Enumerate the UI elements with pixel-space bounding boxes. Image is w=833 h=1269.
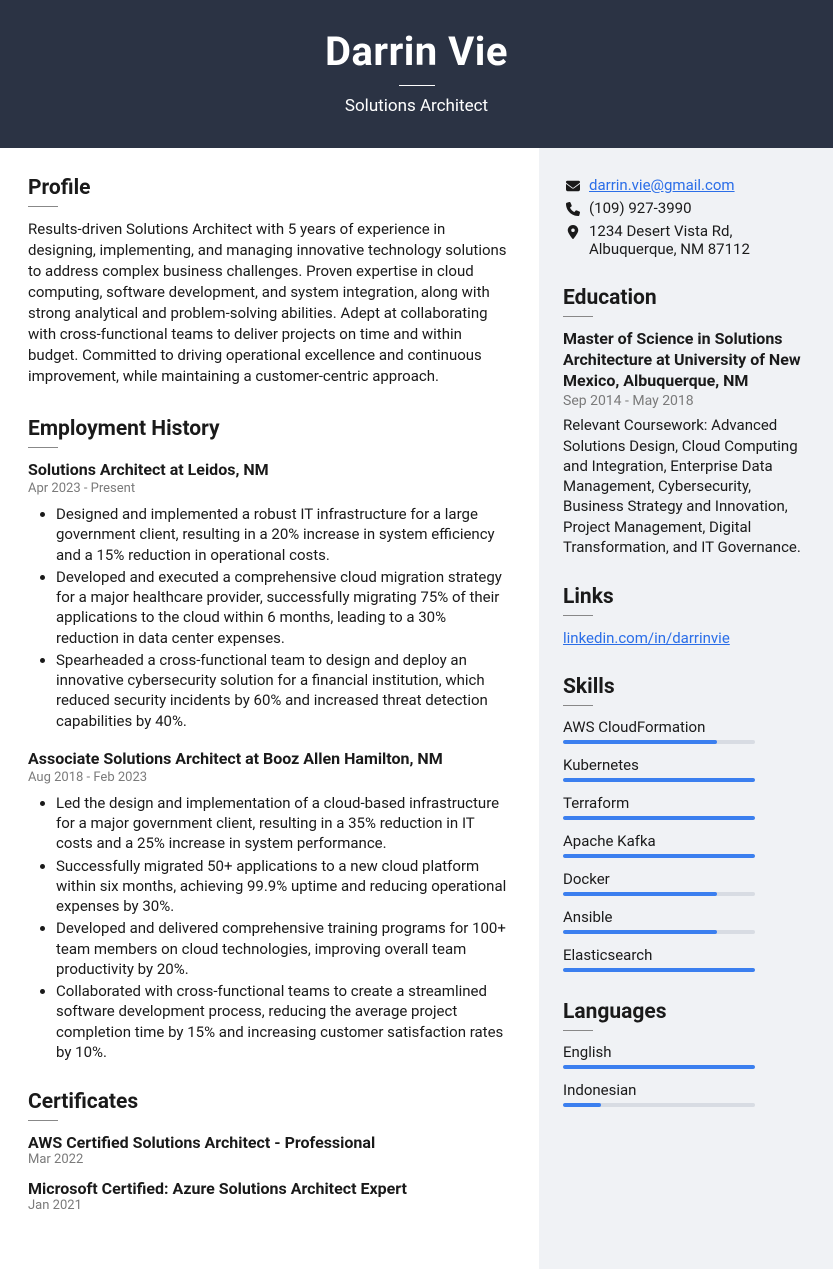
employment-section: Employment History Solutions Architect a… — [28, 417, 511, 1062]
phone-text: (109) 927-3990 — [589, 199, 692, 217]
education-date: Sep 2014 - May 2018 — [563, 393, 809, 409]
location-icon — [563, 222, 583, 240]
person-title: Solutions Architect — [20, 96, 813, 116]
language-name: English — [563, 1043, 809, 1061]
skill-name: Ansible — [563, 908, 809, 926]
language-bar — [563, 1103, 755, 1107]
skill-bar-fill — [563, 930, 717, 934]
certificate-entry: AWS Certified Solutions Architect - Prof… — [28, 1133, 511, 1167]
job-bullet: Developed and executed a comprehensive c… — [56, 567, 511, 648]
skill-item: AWS CloudFormation — [563, 718, 809, 744]
education-degree: Master of Science in Solutions Architect… — [563, 329, 809, 391]
certificate-title: AWS Certified Solutions Architect - Prof… — [28, 1133, 511, 1152]
contact-email-row: darrin.vie@gmail.com — [563, 176, 809, 194]
job-title: Solutions Architect at Leidos, NM — [28, 460, 511, 479]
address-text: 1234 Desert Vista Rd, Albuquerque, NM 87… — [589, 222, 809, 258]
section-underline — [28, 206, 58, 207]
education-desc: Relevant Coursework: Advanced Solutions … — [563, 415, 809, 557]
job-bullets: Led the design and implementation of a c… — [28, 793, 511, 1062]
certificate-title: Microsoft Certified: Azure Solutions Arc… — [28, 1179, 511, 1198]
links-heading: Links — [563, 585, 809, 609]
certificates-heading: Certificates — [28, 1090, 511, 1114]
skill-bar-fill — [563, 816, 755, 820]
links-section: Links linkedin.com/in/darrinvie — [563, 585, 809, 647]
language-item: Indonesian — [563, 1081, 809, 1107]
certificate-date: Jan 2021 — [28, 1198, 511, 1213]
skill-name: AWS CloudFormation — [563, 718, 809, 736]
link-item[interactable]: linkedin.com/in/darrinvie — [563, 629, 730, 647]
job-bullets: Designed and implemented a robust IT inf… — [28, 504, 511, 731]
skill-bar — [563, 778, 755, 782]
language-item: English — [563, 1043, 809, 1069]
header-divider — [399, 85, 435, 86]
skill-bar-fill — [563, 892, 717, 896]
profile-section: Profile Results-driven Solutions Archite… — [28, 176, 511, 387]
contact-phone-row: (109) 927-3990 — [563, 199, 809, 217]
resume-header: Darrin Vie Solutions Architect — [0, 0, 833, 148]
skill-item: Apache Kafka — [563, 832, 809, 858]
language-name: Indonesian — [563, 1081, 809, 1099]
section-underline — [563, 1030, 593, 1031]
skill-bar-fill — [563, 854, 755, 858]
job-bullet: Collaborated with cross-functional teams… — [56, 981, 511, 1062]
certificates-section: Certificates AWS Certified Solutions Arc… — [28, 1090, 511, 1213]
skill-name: Apache Kafka — [563, 832, 809, 850]
skill-bar-fill — [563, 778, 755, 782]
section-underline — [28, 1120, 58, 1121]
skill-bar-fill — [563, 968, 755, 972]
job-bullet: Spearheaded a cross-functional team to d… — [56, 650, 511, 731]
skill-bar — [563, 854, 755, 858]
job-bullet: Designed and implemented a robust IT inf… — [56, 504, 511, 565]
phone-icon — [563, 199, 583, 217]
job-entry: Associate Solutions Architect at Booz Al… — [28, 749, 511, 1062]
certificate-entry: Microsoft Certified: Azure Solutions Arc… — [28, 1179, 511, 1213]
job-bullet: Led the design and implementation of a c… — [56, 793, 511, 854]
skill-name: Kubernetes — [563, 756, 809, 774]
language-bar — [563, 1065, 755, 1069]
section-underline — [563, 615, 593, 616]
job-title: Associate Solutions Architect at Booz Al… — [28, 749, 511, 768]
languages-heading: Languages — [563, 1000, 809, 1024]
skill-item: Elasticsearch — [563, 946, 809, 972]
skill-name: Elasticsearch — [563, 946, 809, 964]
skill-name: Docker — [563, 870, 809, 888]
job-date: Aug 2018 - Feb 2023 — [28, 770, 511, 785]
language-bar-fill — [563, 1103, 601, 1107]
skill-item: Terraform — [563, 794, 809, 820]
email-icon — [563, 176, 583, 194]
contact-address-row: 1234 Desert Vista Rd, Albuquerque, NM 87… — [563, 222, 809, 258]
skill-name: Terraform — [563, 794, 809, 812]
skill-bar — [563, 816, 755, 820]
skill-bar — [563, 930, 755, 934]
profile-heading: Profile — [28, 176, 511, 200]
skill-bar — [563, 968, 755, 972]
profile-text: Results-driven Solutions Architect with … — [28, 219, 511, 387]
job-date: Apr 2023 - Present — [28, 481, 511, 496]
section-underline — [563, 316, 593, 317]
email-link[interactable]: darrin.vie@gmail.com — [589, 176, 735, 194]
skill-bar-fill — [563, 740, 717, 744]
main-column: Profile Results-driven Solutions Archite… — [0, 148, 539, 1269]
skills-section: Skills AWS CloudFormation Kubernetes Terra… — [563, 675, 809, 972]
education-section: Education Master of Science in Solutions… — [563, 286, 809, 557]
job-entry: Solutions Architect at Leidos, NM Apr 202… — [28, 460, 511, 731]
contact-section: darrin.vie@gmail.com (109) 927-3990 1234… — [563, 176, 809, 258]
section-underline — [28, 447, 58, 448]
skills-heading: Skills — [563, 675, 809, 699]
skill-bar — [563, 892, 755, 896]
person-name: Darrin Vie — [20, 28, 813, 75]
skill-item: Ansible — [563, 908, 809, 934]
section-underline — [563, 705, 593, 706]
job-bullet: Developed and delivered comprehensive tr… — [56, 918, 511, 979]
skill-item: Docker — [563, 870, 809, 896]
certificate-date: Mar 2022 — [28, 1152, 511, 1167]
language-bar-fill — [563, 1065, 755, 1069]
employment-heading: Employment History — [28, 417, 511, 441]
skill-bar — [563, 740, 755, 744]
sidebar-column: darrin.vie@gmail.com (109) 927-3990 1234… — [539, 148, 833, 1269]
languages-section: Languages English Indonesian — [563, 1000, 809, 1107]
education-heading: Education — [563, 286, 809, 310]
skill-item: Kubernetes — [563, 756, 809, 782]
job-bullet: Successfully migrated 50+ applications t… — [56, 856, 511, 917]
